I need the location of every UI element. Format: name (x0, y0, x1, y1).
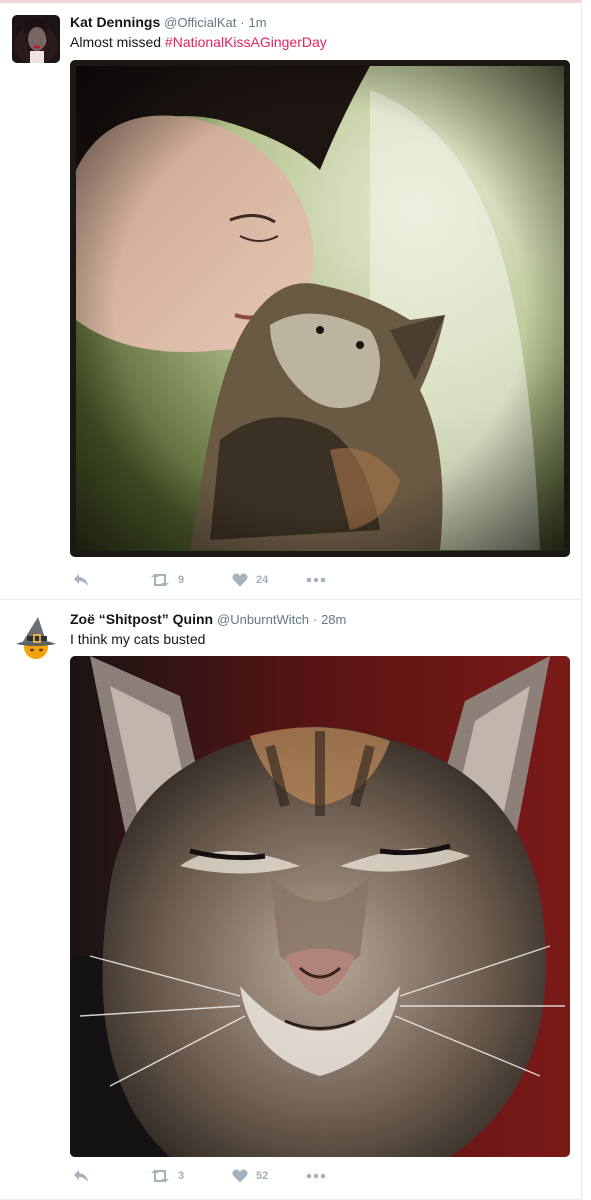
tweet-header: Zoë “Shitpost” Quinn @UnburntWitch · 28m (70, 610, 346, 629)
reply-button[interactable] (73, 1166, 89, 1186)
timestamp[interactable]: 28m (321, 612, 346, 627)
reply-icon (73, 573, 89, 587)
tweet-text-body: Almost missed (70, 34, 165, 50)
like-count: 24 (256, 574, 269, 586)
timeline: Kat Dennings @OfficialKat · 1m Almost mi… (0, 0, 582, 1200)
tweet-photo[interactable] (70, 656, 570, 1157)
reply-icon (73, 1169, 89, 1183)
retweet-button[interactable]: 3 (150, 1166, 184, 1186)
heart-icon (232, 1169, 248, 1183)
fullname[interactable]: Zoë “Shitpost” Quinn (70, 611, 213, 627)
like-button[interactable]: 52 (232, 1166, 268, 1186)
tweet[interactable]: Zoë “Shitpost” Quinn @UnburntWitch · 28m… (0, 600, 581, 1200)
reply-button[interactable] (73, 570, 89, 590)
tweet-text: I think my cats busted (70, 630, 205, 649)
tweet-text: Almost missed #NationalKissAGingerDay (70, 33, 327, 52)
username[interactable]: @UnburntWitch (217, 612, 309, 627)
avatar[interactable] (12, 614, 60, 662)
tweet-actions: 3 52 (70, 1166, 370, 1186)
like-count: 52 (256, 1170, 269, 1182)
heart-icon (232, 573, 248, 587)
avatar[interactable] (12, 15, 60, 63)
retweet-count: 3 (178, 1170, 185, 1182)
tweet-header: Kat Dennings @OfficialKat · 1m (70, 13, 267, 32)
separator: · (240, 15, 245, 30)
tweet[interactable]: Kat Dennings @OfficialKat · 1m Almost mi… (0, 3, 581, 600)
separator: · (312, 612, 318, 627)
tweet-text-body: I think my cats busted (70, 631, 206, 647)
like-button[interactable]: 24 (232, 570, 268, 590)
retweet-button[interactable]: 9 (150, 570, 184, 590)
retweet-icon (150, 1169, 170, 1183)
tweet-photo[interactable] (70, 60, 570, 557)
retweet-count: 9 (178, 574, 185, 586)
hashtag-link[interactable]: #NationalKissAGingerDay (165, 34, 327, 50)
more-dots-icon (306, 1173, 326, 1179)
timestamp[interactable]: 1m (248, 15, 266, 30)
more-button[interactable] (306, 570, 326, 590)
retweet-icon (150, 573, 170, 587)
username[interactable]: @OfficialKat (164, 15, 236, 30)
tweet-actions: 9 24 (70, 570, 370, 590)
more-dots-icon (306, 577, 326, 583)
fullname[interactable]: Kat Dennings (70, 14, 160, 30)
more-button[interactable] (306, 1166, 326, 1186)
